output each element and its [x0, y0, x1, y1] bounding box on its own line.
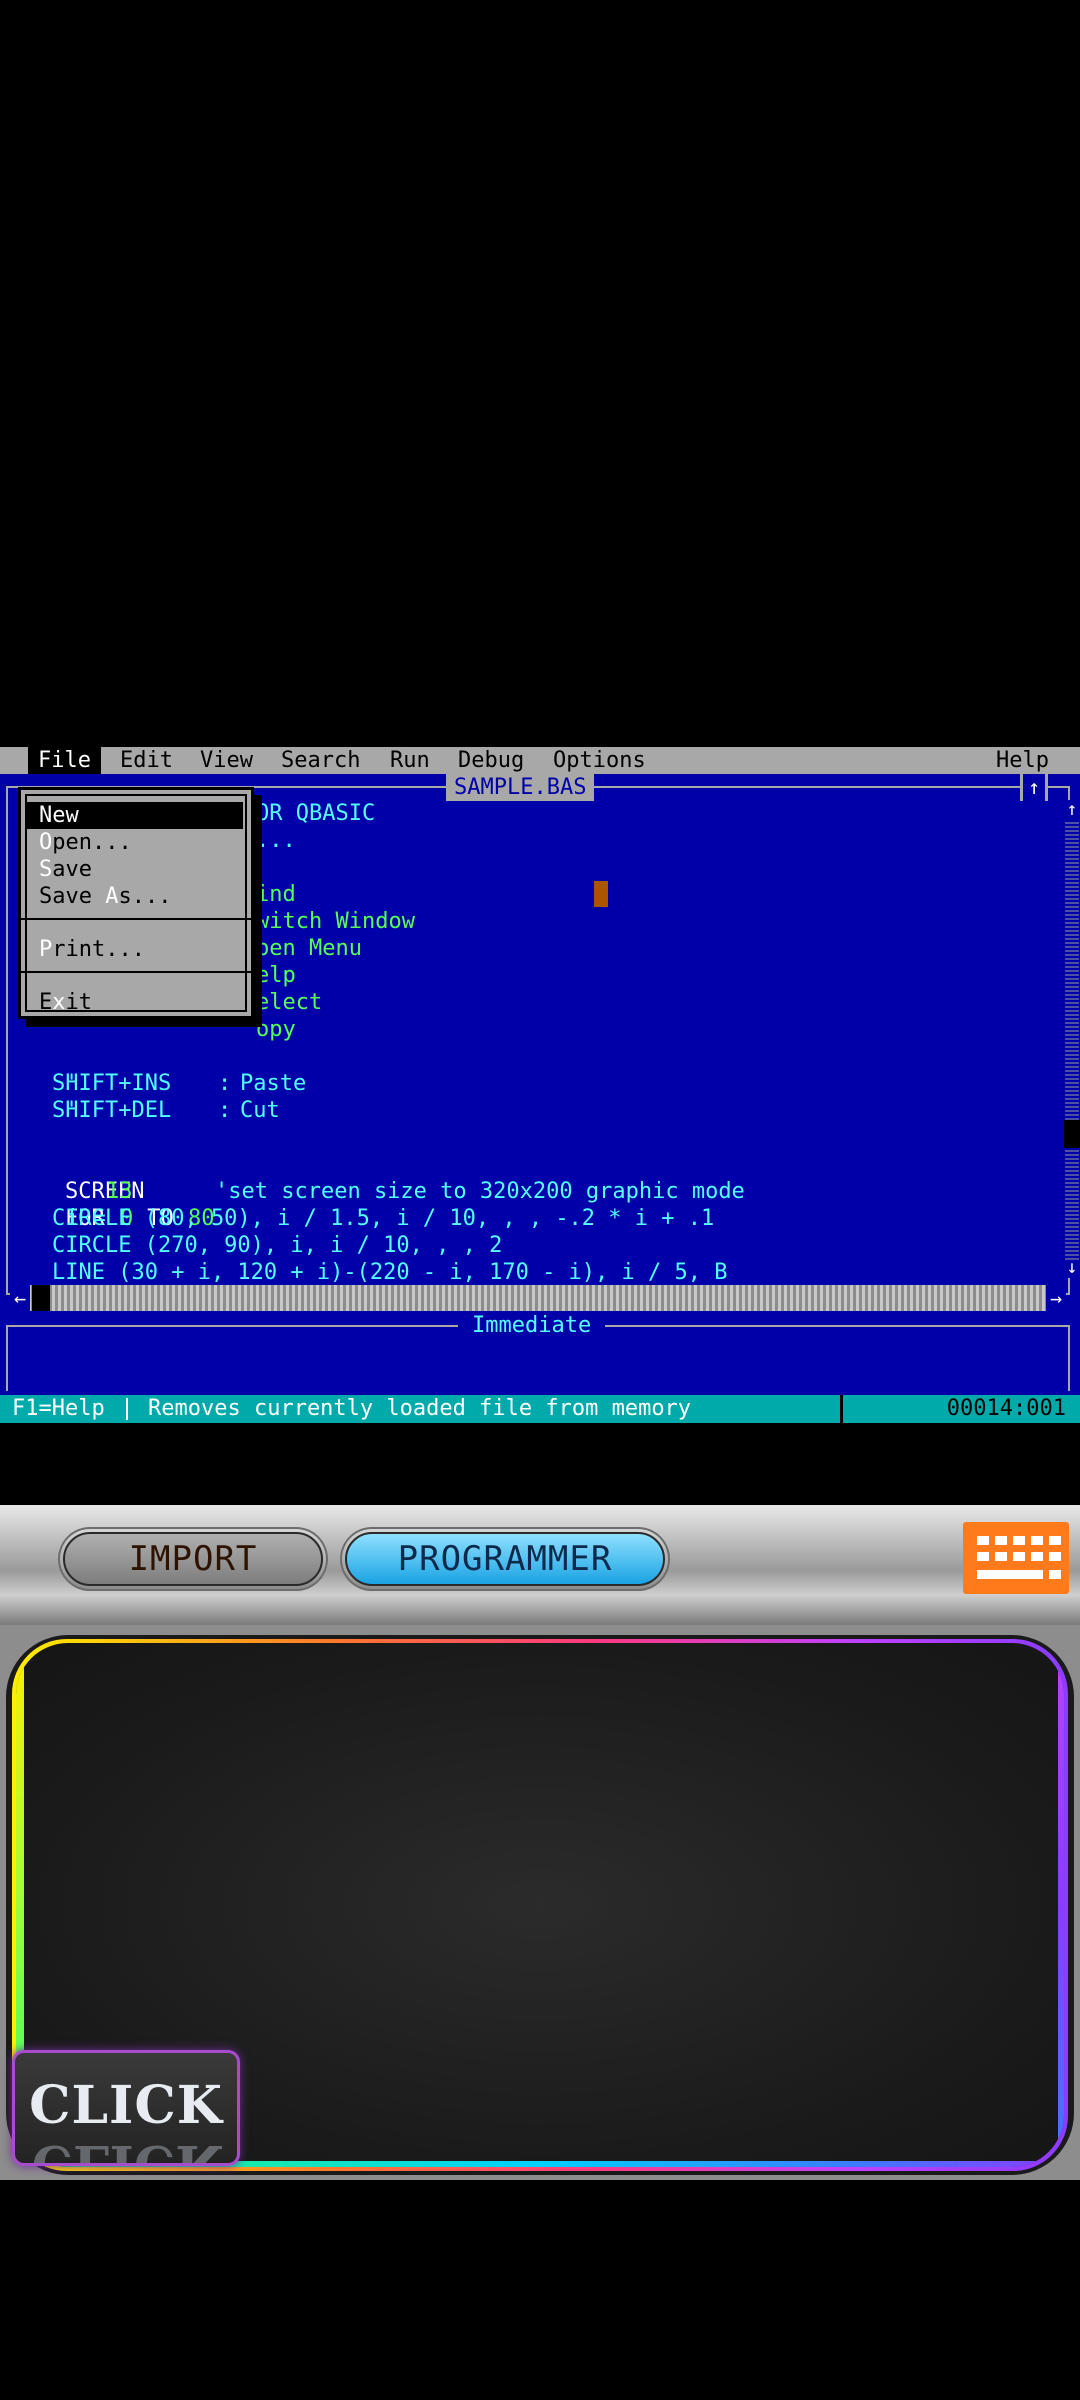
code-line: CIRCLE (270, 90), i, i / 10, , , 2 [52, 1233, 503, 1258]
click-button[interactable]: CLICK CLICK [12, 2050, 240, 2166]
menu-bar: File Edit View Search Run Debug Options … [0, 747, 1080, 774]
scroll-down-icon[interactable]: ↓ [1064, 1258, 1080, 1278]
code-line: ' SHIFT+INS: Paste [52, 1071, 307, 1096]
editor-title: SAMPLE.BAS [446, 774, 595, 801]
menu-edit[interactable]: Edit [110, 747, 183, 774]
code-line: elect [256, 990, 323, 1015]
menu-view[interactable]: View [190, 747, 263, 774]
code-line: OR QBASIC [256, 801, 376, 826]
status-bar: F1=Help Removes currently loaded file fr… [0, 1395, 1080, 1423]
status-divider [840, 1395, 843, 1423]
cursor-position: 00014:001 [946, 1396, 1066, 1421]
menu-run[interactable]: Run [380, 747, 440, 774]
horizontal-scroll-thumb[interactable] [32, 1285, 50, 1311]
menu-debug[interactable]: Debug [448, 747, 534, 774]
text-cursor [594, 881, 608, 907]
code-line: pen Menu [256, 936, 362, 961]
menu-item-new[interactable]: New [27, 802, 243, 829]
horizontal-scrollbar[interactable]: ← → [10, 1285, 1066, 1311]
immediate-title: Immediate [458, 1312, 606, 1339]
menu-file[interactable]: File [28, 747, 101, 774]
menu-item-save[interactable]: Save [27, 856, 243, 883]
code-line: FOR i = 0 TO 80 [64, 1206, 215, 1231]
click-label: CLICK [29, 2075, 223, 2136]
code-line: SCREEN 13'set screen size to 320x200 grap… [64, 1179, 745, 1204]
scroll-up-icon[interactable]: ↑ [1064, 800, 1080, 820]
code-line: CIRCLE (80, 50), i / 1.5, i / 10, , , -.… [52, 1206, 715, 1231]
qbasic-screen[interactable]: File Edit View Search Run Debug Options … [0, 747, 1080, 1423]
vertical-scrollbar[interactable]: ↑ ↓ [1064, 800, 1080, 1278]
menu-search[interactable]: Search [271, 747, 370, 774]
menu-item-exit[interactable]: Exit [27, 989, 243, 1016]
menu-item-print[interactable]: Print... [27, 936, 243, 963]
menu-item-open[interactable]: Open... [27, 829, 243, 856]
code-line: opy [256, 1017, 296, 1042]
vertical-scroll-thumb[interactable] [1064, 1120, 1080, 1148]
code-line: ' SHIFT+DEL: Cut [52, 1098, 280, 1123]
scroll-right-icon[interactable]: → [1046, 1285, 1066, 1311]
click-label-reflection: CLICK [31, 2133, 221, 2166]
import-button[interactable]: IMPORT [58, 1527, 328, 1591]
code-line: ind [256, 882, 296, 907]
code-line: elp [256, 963, 296, 988]
file-dropdown-menu: New Open... Save Save As... Print... Exi… [18, 787, 254, 1019]
status-message: Removes currently loaded file from memor… [148, 1396, 692, 1421]
menu-item-save-as[interactable]: Save As... [27, 883, 243, 910]
emulator-toolbar: IMPORT PROGRAMMER [0, 1505, 1080, 1625]
status-divider [126, 1398, 128, 1420]
code-line: witch Window [256, 909, 415, 934]
programmer-label: PROGRAMMER [345, 1532, 665, 1586]
code-line: LINE (30 + i, 120 + i)-(220 - i, 170 - i… [52, 1260, 728, 1285]
import-label: IMPORT [63, 1532, 323, 1586]
menu-separator [21, 918, 251, 920]
menu-options[interactable]: Options [543, 747, 656, 774]
menu-help[interactable]: Help [986, 747, 1059, 774]
scroll-left-icon[interactable]: ← [10, 1285, 30, 1311]
keyboard-icon[interactable] [963, 1522, 1069, 1594]
maximize-icon[interactable]: ↑ [1020, 774, 1048, 801]
menu-separator [21, 971, 251, 973]
code-line: ... [256, 828, 296, 853]
programmer-button[interactable]: PROGRAMMER [340, 1527, 670, 1591]
status-help: F1=Help [12, 1396, 105, 1421]
